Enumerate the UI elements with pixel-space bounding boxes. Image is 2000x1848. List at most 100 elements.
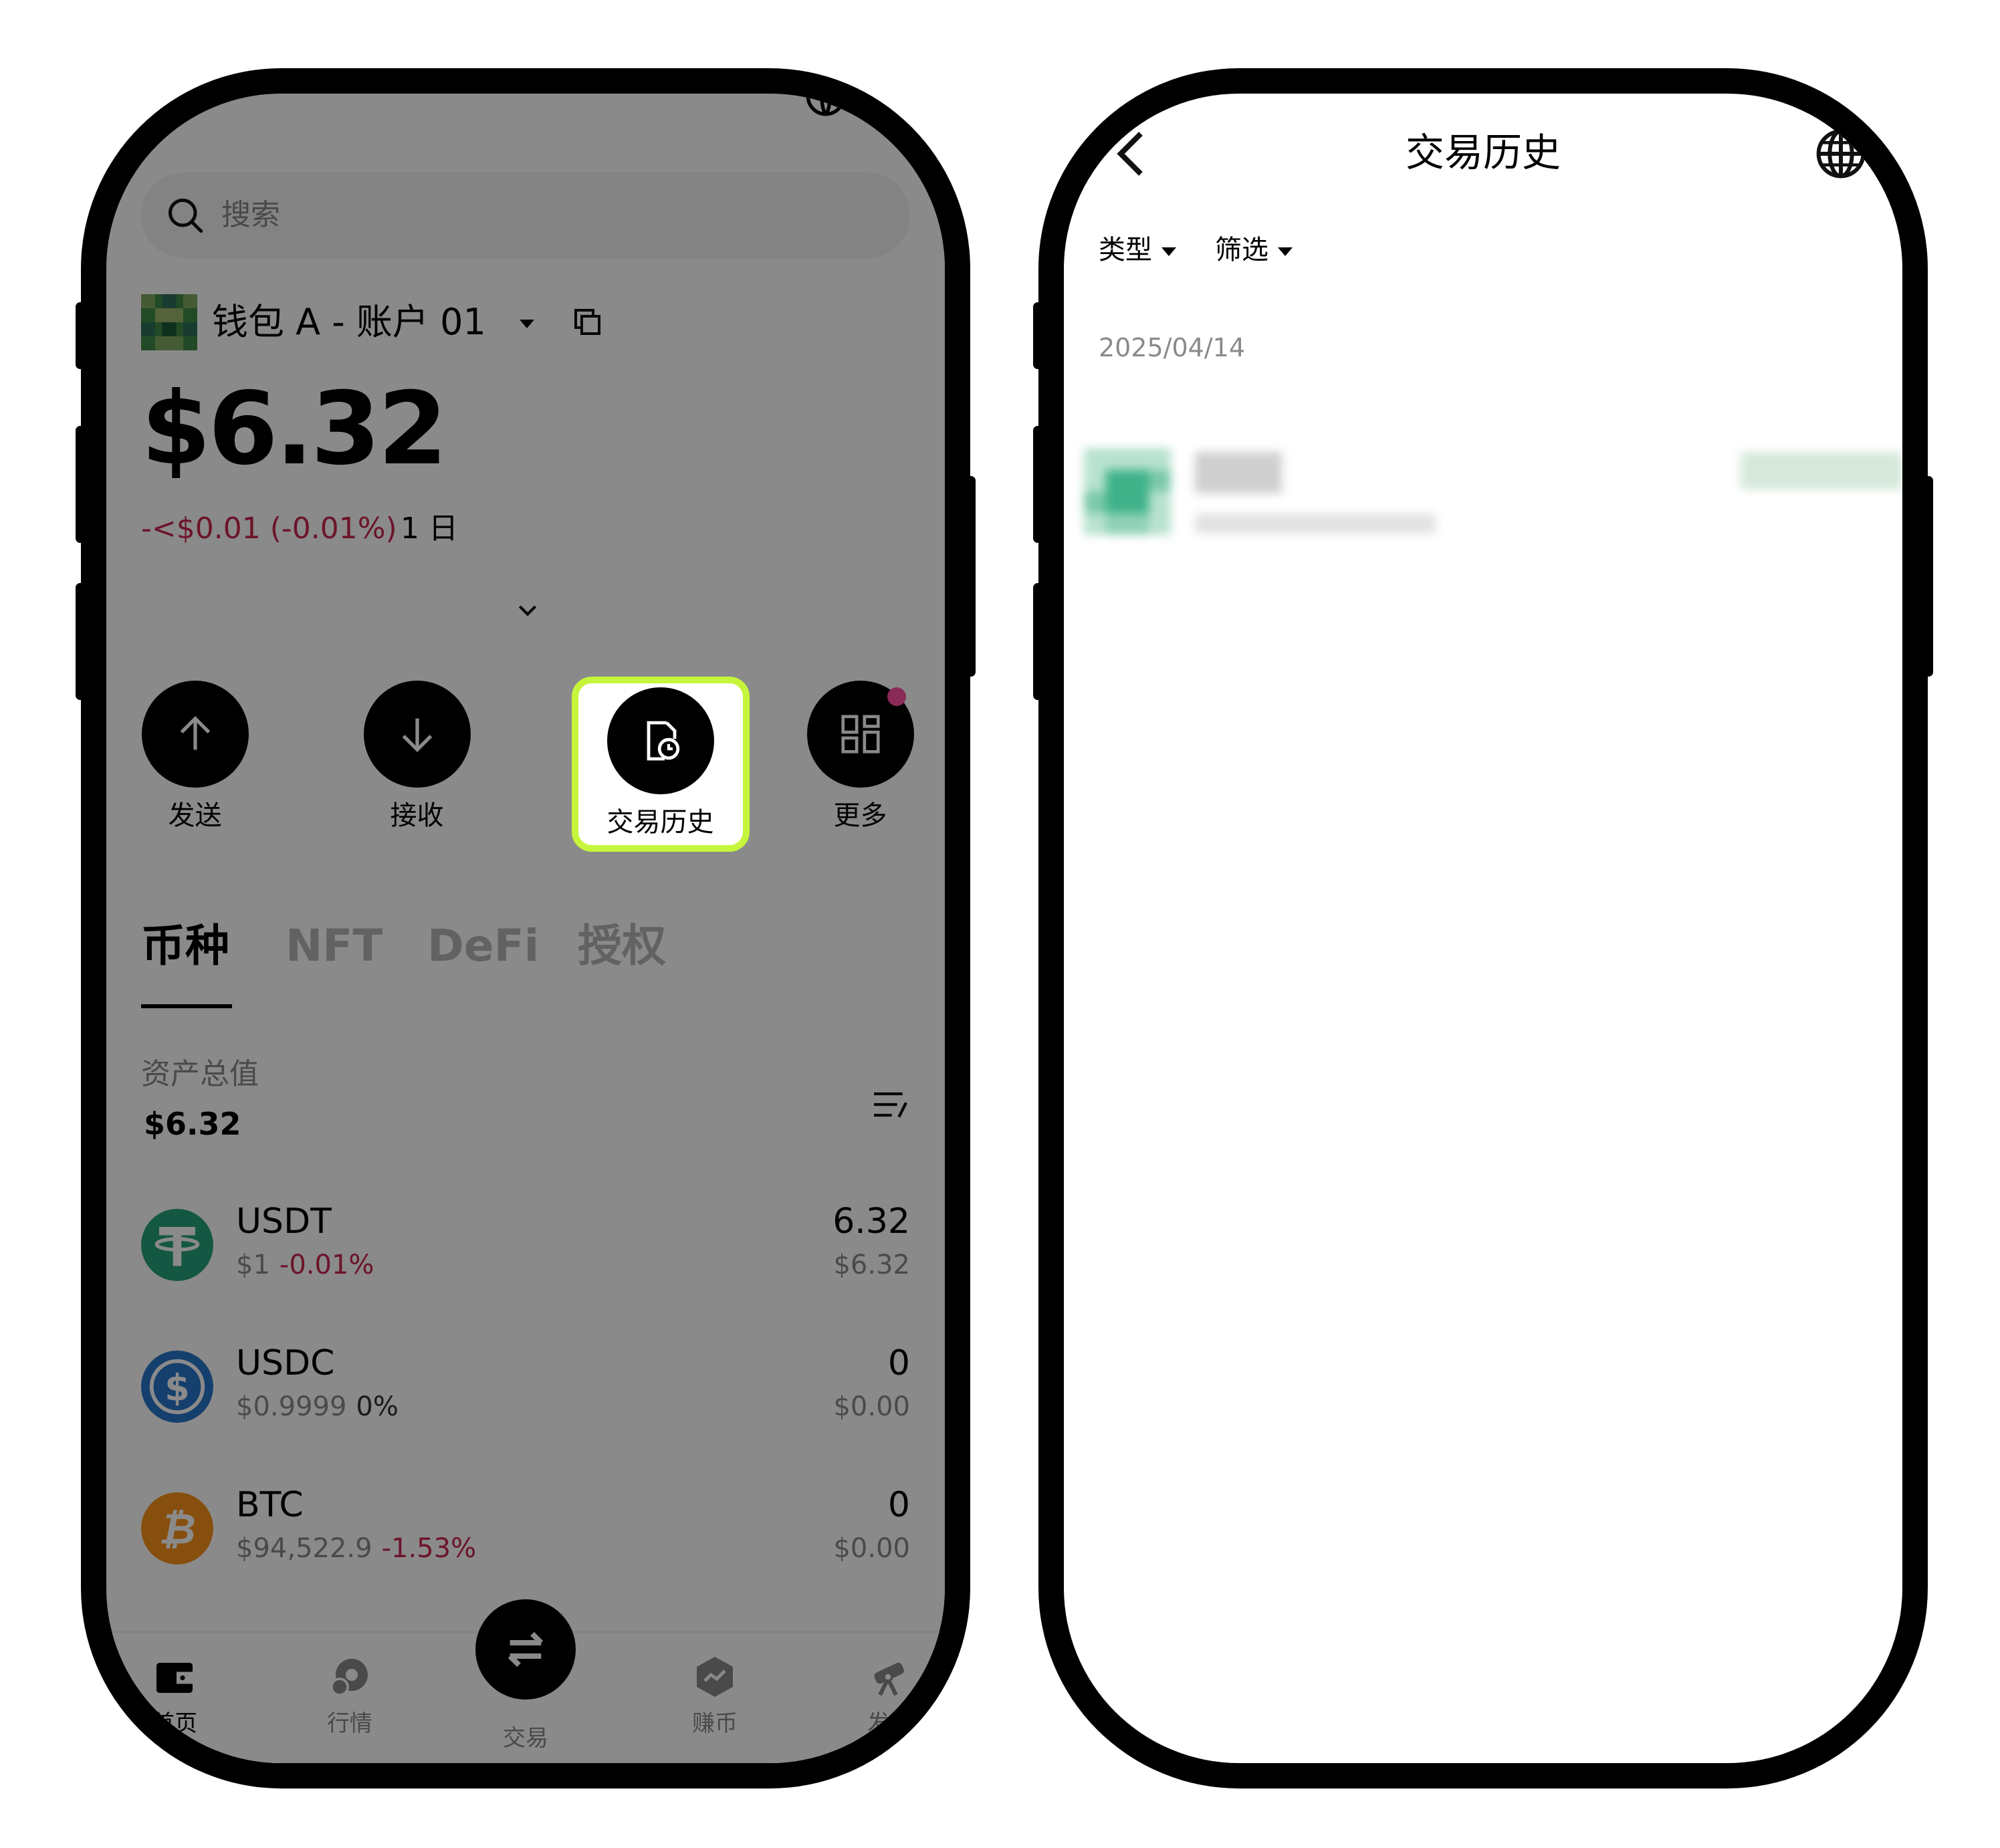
change-period[interactable]: 1 日 xyxy=(401,507,458,551)
usdt-logo-icon xyxy=(141,1209,213,1281)
btc-logo-icon: ₿ xyxy=(141,1492,213,1565)
tab-defi[interactable]: DeFi xyxy=(427,916,539,976)
coin-change: -0.01% xyxy=(279,1250,374,1280)
market-icon xyxy=(330,1659,368,1696)
transaction-amount-redacted xyxy=(1741,452,1902,489)
phone-side-button xyxy=(1033,426,1042,543)
send-button-circle[interactable] xyxy=(141,681,249,788)
coin-usd-value: $6.32 xyxy=(833,1250,910,1280)
phone-side-button xyxy=(1924,476,1933,677)
usdc-logo-icon: $ xyxy=(141,1351,213,1423)
send-button[interactable]: 发送 xyxy=(140,681,250,834)
sort-icon[interactable] xyxy=(869,1083,911,1126)
more-button[interactable]: 更多 xyxy=(805,681,915,834)
phone-side-button xyxy=(966,476,976,677)
date-header: 2025/04/14 xyxy=(1099,333,1246,362)
coin-usd-value: $0.00 xyxy=(833,1533,910,1564)
coin-price: $1 xyxy=(236,1250,270,1280)
history-label: 交易历史 xyxy=(606,807,714,838)
nav-earn-label: 赚币 xyxy=(692,1710,738,1737)
phone-history: 交易历史 类型 筛选 2025/04/14 xyxy=(1033,68,1933,1788)
receive-button[interactable]: 接收 xyxy=(362,681,472,834)
nav-earn[interactable]: 赚币 xyxy=(661,1653,768,1740)
wallet-name[interactable]: 钱包 A - 账户 01 xyxy=(212,294,486,350)
globe-icon[interactable] xyxy=(1814,127,1868,181)
grid-icon xyxy=(841,715,880,754)
page-title: 交易历史 xyxy=(1405,130,1561,175)
status-dot xyxy=(160,106,165,111)
nav-market-label: 行情 xyxy=(327,1710,372,1737)
coin-row-usdc[interactable]: $ USDC $0.9999 0% 0 $0.00 xyxy=(141,1340,910,1433)
nav-market[interactable]: 行情 xyxy=(296,1653,403,1740)
home-screen: 搜索 钱包 A - 账户 01 $6.32 -<$0.01 (-0.01%) 1… xyxy=(106,94,945,1763)
transaction-subtitle-redacted xyxy=(1195,513,1436,534)
highlight-frame: 交易历史 xyxy=(572,677,750,852)
type-filter[interactable]: 类型 xyxy=(1099,230,1176,270)
send-label: 发送 xyxy=(168,800,222,831)
phone-side-button xyxy=(1033,583,1042,700)
wallet-avatar[interactable] xyxy=(141,294,197,350)
total-assets-label: 资产总值 xyxy=(141,1057,259,1091)
total-assets-value: $6.32 xyxy=(144,1106,241,1142)
more-button-circle[interactable] xyxy=(806,681,914,788)
search-bar[interactable]: 搜索 xyxy=(141,172,910,258)
coin-amount: 0 xyxy=(887,1343,910,1383)
phone-home: 搜索 钱包 A - 账户 01 $6.32 -<$0.01 (-0.01%) 1… xyxy=(76,68,976,1788)
balance-change: -<$0.01 (-0.01%) xyxy=(141,511,397,546)
coin-change: 0% xyxy=(356,1391,399,1422)
screen-filter[interactable]: 筛选 xyxy=(1215,230,1293,270)
search-placeholder: 搜索 xyxy=(221,198,280,232)
tab-approvals[interactable]: 授权 xyxy=(578,916,666,976)
nav-discover[interactable]: 发现 xyxy=(837,1653,943,1740)
nav-discover-label: 发现 xyxy=(867,1710,913,1737)
phone-side-button xyxy=(76,583,85,700)
arrow-down-icon xyxy=(402,718,432,753)
tab-active-indicator xyxy=(141,1004,232,1008)
transaction-title-redacted xyxy=(1195,452,1282,493)
coin-row-usdt[interactable]: USDT $1 -0.01% 6.32 $6.32 xyxy=(141,1198,910,1292)
total-balance: $6.32 xyxy=(141,371,447,487)
chevron-down-icon[interactable] xyxy=(514,596,541,623)
receive-label: 接收 xyxy=(390,800,444,831)
coin-price-line: $1 -0.01% xyxy=(236,1246,374,1284)
dropdown-caret-icon xyxy=(1278,247,1293,256)
phone-side-button xyxy=(1033,302,1042,369)
coin-price-line: $94,522.9 -1.53% xyxy=(236,1530,476,1567)
copy-icon[interactable] xyxy=(572,306,604,338)
wallet-icon xyxy=(156,1663,193,1693)
transaction-token-icon xyxy=(1084,448,1171,535)
arrow-up-icon xyxy=(180,715,210,750)
coin-symbol: BTC xyxy=(236,1485,304,1525)
coin-price: $94,522.9 xyxy=(236,1533,372,1564)
telescope-icon xyxy=(874,1662,904,1696)
nav-home[interactable]: 首页 xyxy=(121,1653,228,1740)
coin-row-btc[interactable]: ₿ BTC $94,522.9 -1.53% 0 $0.00 xyxy=(141,1482,910,1575)
swap-icon xyxy=(508,1631,544,1667)
receive-button-circle[interactable] xyxy=(363,681,471,788)
nav-home-label: 首页 xyxy=(152,1710,197,1737)
nav-trade-label: 交易 xyxy=(503,1725,548,1752)
earn-icon xyxy=(697,1657,733,1697)
coin-amount: 6.32 xyxy=(832,1201,910,1242)
dropdown-caret-icon xyxy=(1161,247,1176,256)
history-screen: 交易历史 类型 筛选 2025/04/14 xyxy=(1064,94,1902,1763)
coin-symbol: USDC xyxy=(236,1343,335,1383)
coin-change: -1.53% xyxy=(381,1533,477,1564)
tab-tokens[interactable]: 币种 xyxy=(141,916,229,976)
history-icon xyxy=(647,721,679,761)
type-filter-label: 类型 xyxy=(1099,235,1152,265)
tab-nft[interactable]: NFT xyxy=(286,916,382,976)
history-button[interactable]: 交易历史 xyxy=(605,687,715,841)
coin-price-line: $0.9999 0% xyxy=(236,1388,399,1425)
coin-amount: 0 xyxy=(887,1485,910,1525)
svg-text:₿: ₿ xyxy=(158,1505,195,1554)
coin-usd-value: $0.00 xyxy=(833,1391,910,1422)
phone-side-button xyxy=(76,426,85,543)
transaction-row[interactable] xyxy=(1084,448,1902,548)
more-label: 更多 xyxy=(833,800,887,831)
globe-icon xyxy=(806,94,846,116)
search-icon xyxy=(169,199,203,233)
wallet-dropdown-icon[interactable] xyxy=(520,320,534,328)
history-button-circle[interactable] xyxy=(606,687,714,794)
nav-trade[interactable] xyxy=(475,1599,576,1700)
